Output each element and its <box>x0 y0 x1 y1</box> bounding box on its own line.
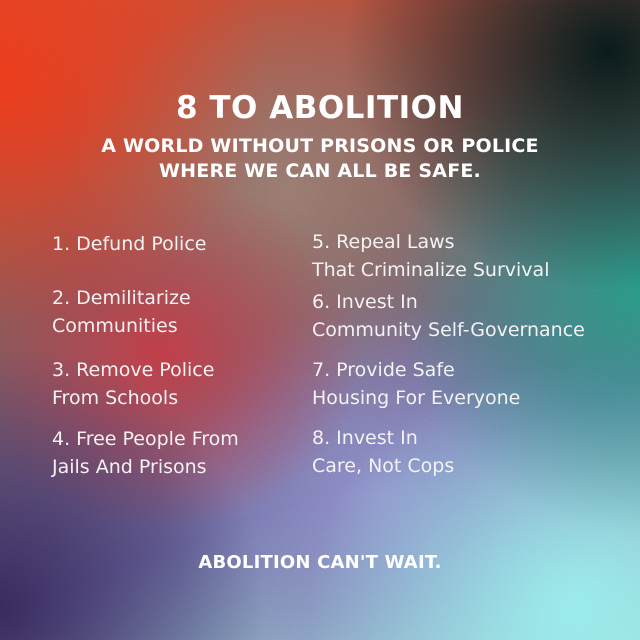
subtitle-line-2: WHERE WE CAN ALL BE SAFE. <box>159 160 481 182</box>
demand-8: 8. Invest In Care, Not Cops <box>312 424 454 480</box>
demand-8-line-2: Care, Not Cops <box>312 455 455 477</box>
poster-footer: ABOLITION CAN'T WAIT. <box>198 552 442 573</box>
demand-7-line-2: Housing For Everyone <box>312 387 521 409</box>
subtitle-line-1: A WORLD WITHOUT PRISONS OR POLICE <box>101 135 539 157</box>
poster-subtitle: A WORLD WITHOUT PRISONS OR POLICE WHERE … <box>0 134 640 184</box>
demand-3-line-2: From Schools <box>52 387 179 409</box>
demand-6: 6. Invest In Community Self-Governance <box>312 288 585 344</box>
poster: 8 TO ABOLITION A WORLD WITHOUT PRISONS O… <box>0 0 640 640</box>
demand-8-line-1: 8. Invest In <box>312 427 418 449</box>
demand-5-line-2: That Criminalize Survival <box>312 259 550 281</box>
demand-4-line-2: Jails And Prisons <box>52 456 207 478</box>
demand-2: 2. Demilitarize Communities <box>52 284 191 340</box>
demand-6-line-1: 6. Invest In <box>312 291 418 313</box>
demand-3-line-1: 3. Remove Police <box>52 359 215 381</box>
demand-2-line-2: Communities <box>52 315 178 337</box>
poster-title: 8 TO ABOLITION <box>176 90 464 126</box>
demand-1-line-1: 1. Defund Police <box>52 233 207 255</box>
demand-2-line-1: 2. Demilitarize <box>52 287 191 309</box>
demand-1: 1. Defund Police <box>52 230 206 258</box>
demand-4-line-1: 4. Free People From <box>52 428 239 450</box>
demand-5: 5. Repeal Laws That Criminalize Survival <box>312 228 549 284</box>
demand-5-line-1: 5. Repeal Laws <box>312 231 455 253</box>
demand-3: 3. Remove Police From Schools <box>52 356 214 412</box>
demand-7-line-1: 7. Provide Safe <box>312 359 455 381</box>
demand-4: 4. Free People From Jails And Prisons <box>52 425 239 481</box>
demand-6-line-2: Community Self-Governance <box>312 319 585 341</box>
demand-7: 7. Provide Safe Housing For Everyone <box>312 356 520 412</box>
